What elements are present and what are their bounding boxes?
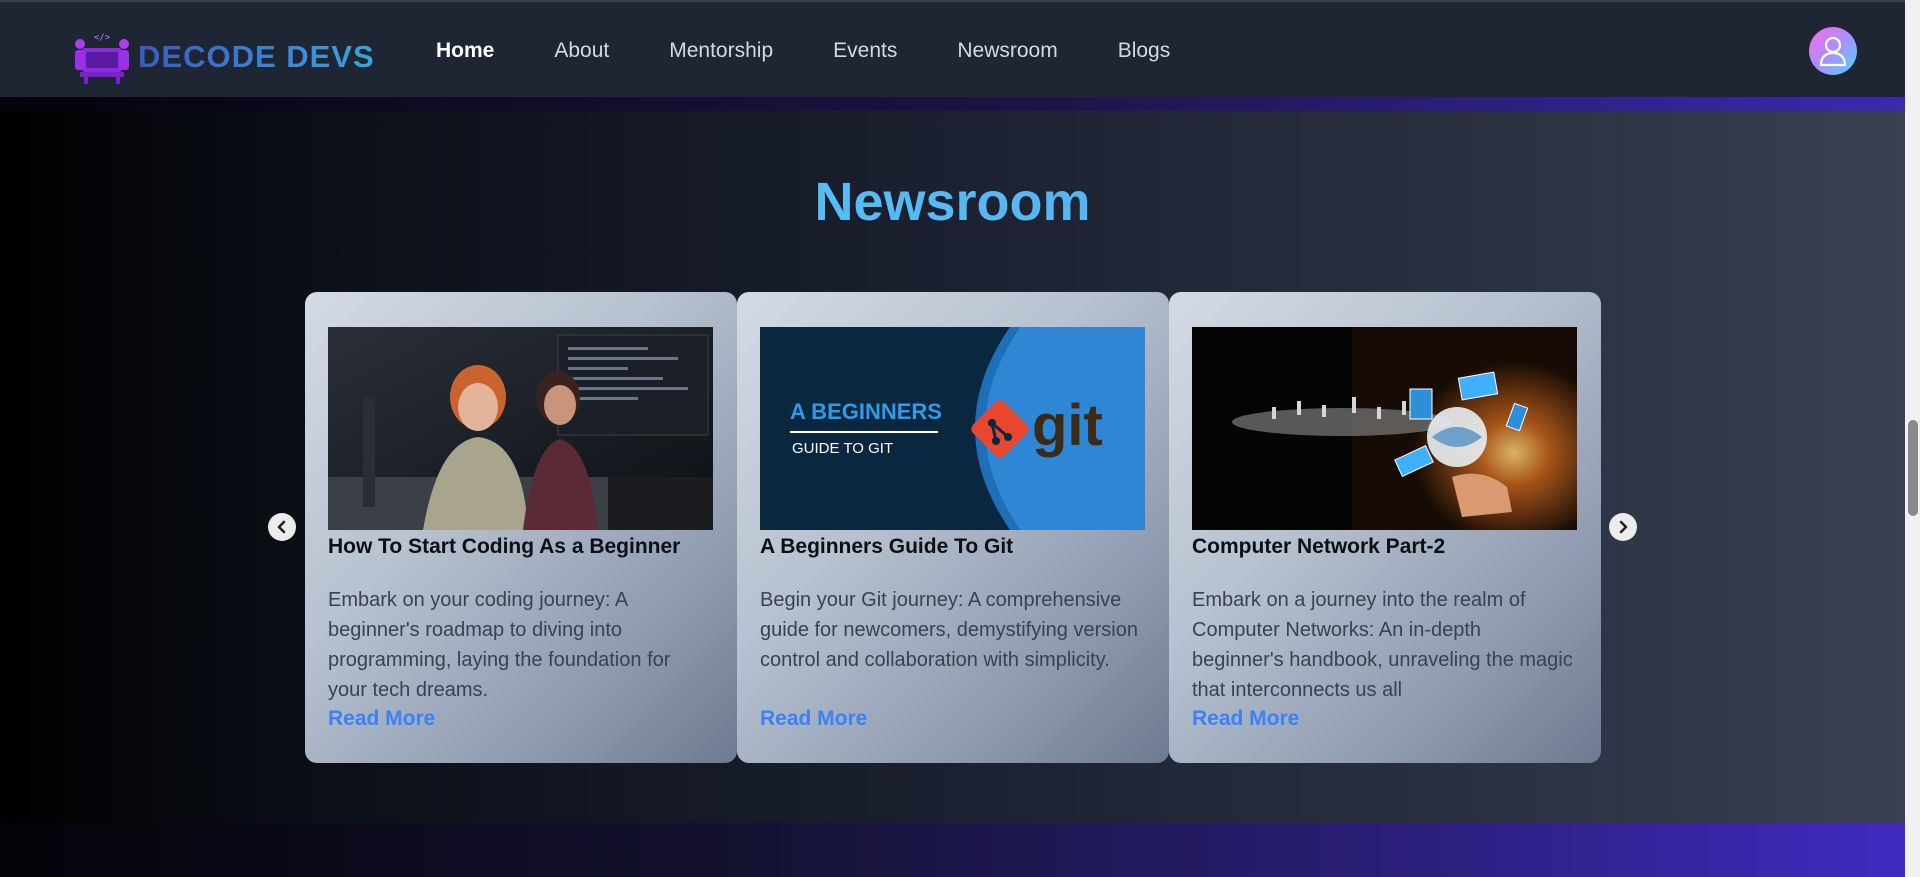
brand-logo[interactable]: </> DECODE DEVS: [72, 30, 375, 84]
svg-text:</>: </>: [94, 33, 111, 43]
nav-item-home[interactable]: Home: [436, 39, 494, 63]
footer-band: [0, 823, 1905, 877]
card-title: How To Start Coding As a Beginner: [328, 535, 681, 558]
scrollbar-thumb[interactable]: [1908, 420, 1918, 516]
git-image-heading: A BEGINNERS: [790, 399, 942, 424]
read-more-link[interactable]: Read More: [328, 707, 714, 731]
chevron-right-icon: [1619, 520, 1628, 534]
news-card: A BEGINNERS GUIDE TO GIT git A Beginners…: [737, 292, 1169, 763]
read-more-link[interactable]: Read More: [760, 707, 1146, 731]
nav-item-blogs[interactable]: Blogs: [1118, 39, 1171, 63]
brand-name: DECODE DEVS: [138, 39, 375, 74]
card-description: Embark on a journey into the realm of Co…: [1192, 589, 1573, 701]
main-nav: Home About Mentorship Events Newsroom Bl…: [436, 2, 1230, 99]
card-description: Embark on your coding journey: A beginne…: [328, 589, 671, 701]
user-icon: [1819, 36, 1847, 67]
card-title: Computer Network Part-2: [1192, 535, 1446, 558]
git-image-brand: git: [1032, 393, 1103, 458]
card-image-network: [1192, 327, 1577, 530]
card-image-git: A BEGINNERS GUIDE TO GIT git: [760, 327, 1145, 530]
navbar: </> DECODE DEVS Home About Mentorship Ev…: [0, 0, 1905, 97]
page-scrollbar[interactable]: [1905, 0, 1920, 877]
newsroom-section: Newsroom How To Start Coding As a Beginn…: [0, 111, 1905, 823]
logo-mark-icon: </>: [75, 33, 129, 84]
card-title: A Beginners Guide To Git: [760, 535, 1014, 558]
carousel-prev-button[interactable]: [268, 513, 296, 541]
nav-item-mentorship[interactable]: Mentorship: [669, 39, 773, 63]
nav-accent-strip: [0, 97, 1905, 111]
git-image-subheading: GUIDE TO GIT: [792, 440, 893, 457]
nav-item-events[interactable]: Events: [833, 39, 897, 63]
news-card: How To Start Coding As a Beginner Embark…: [305, 292, 737, 763]
card-image-coding: [328, 327, 713, 530]
chevron-left-icon: [277, 520, 286, 534]
news-card: Computer Network Part-2 Embark on a jour…: [1169, 292, 1601, 763]
carousel-next-button[interactable]: [1609, 513, 1637, 541]
read-more-link[interactable]: Read More: [1192, 707, 1578, 731]
user-avatar[interactable]: [1809, 27, 1857, 75]
nav-item-newsroom[interactable]: Newsroom: [957, 39, 1057, 63]
nav-item-about[interactable]: About: [554, 39, 609, 63]
section-title: Newsroom: [0, 171, 1905, 233]
card-description: Begin your Git journey: A comprehensive …: [760, 589, 1138, 671]
